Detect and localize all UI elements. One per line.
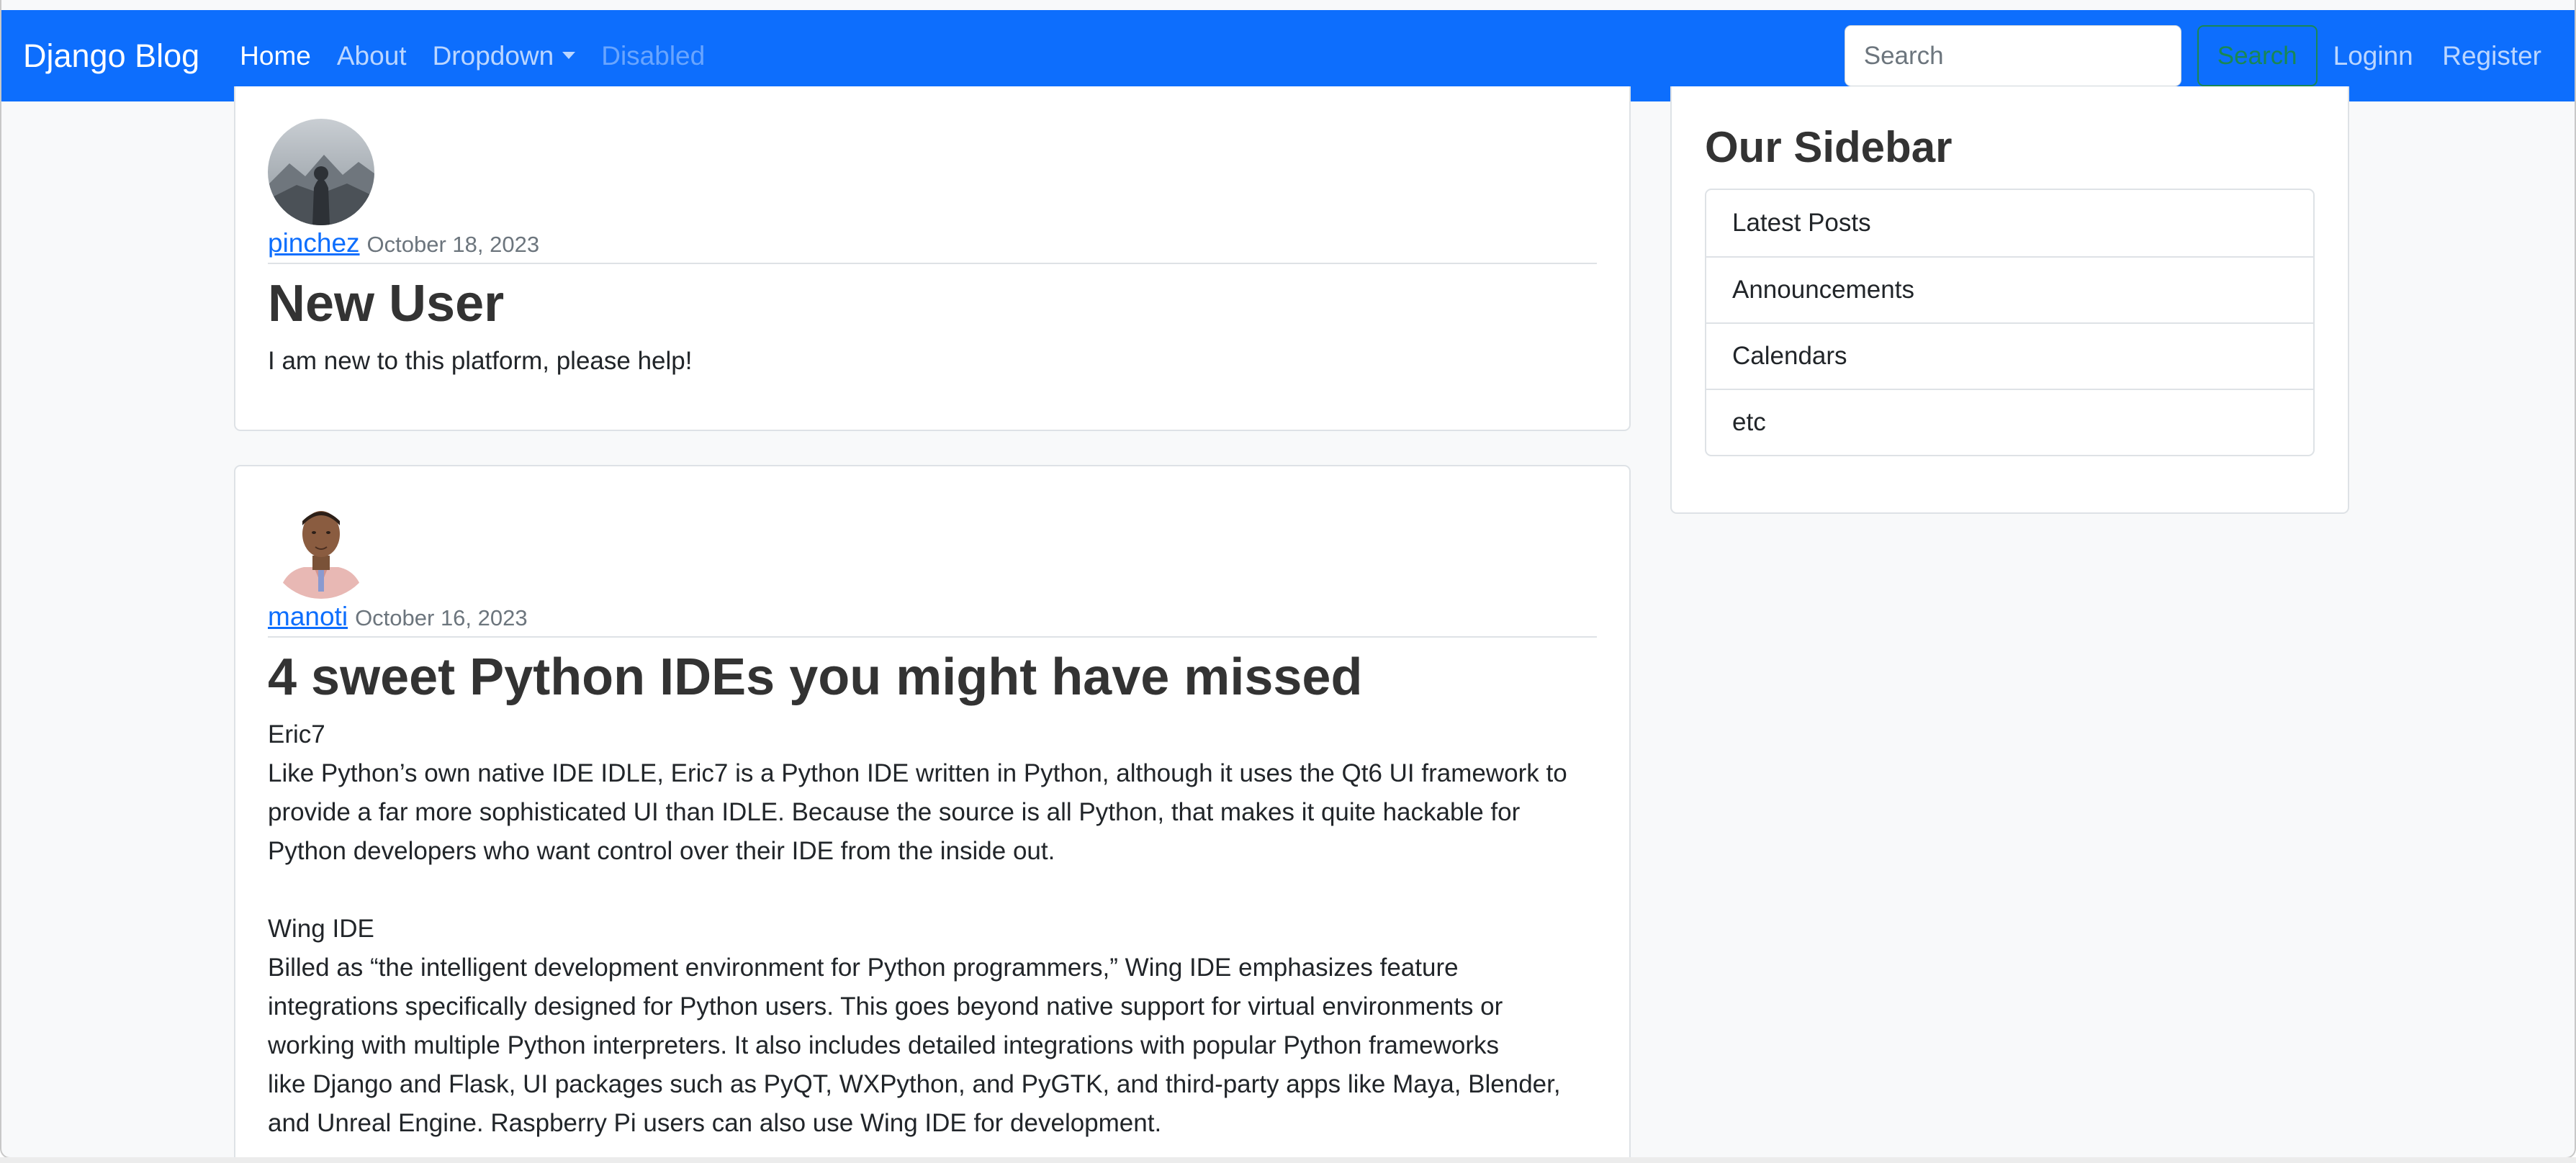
nav-link-disabled: Disabled <box>601 40 706 71</box>
avatar-portrait-image <box>268 492 374 599</box>
chevron-down-icon <box>562 51 576 59</box>
sidebar-item-announcements[interactable]: Announcements <box>1706 256 2313 322</box>
search-input[interactable] <box>1844 25 2181 86</box>
post-title[interactable]: New User <box>268 273 1597 335</box>
nav-link-register[interactable]: Register <box>2442 41 2541 71</box>
sidebar-item-etc[interactable]: etc <box>1706 389 2313 455</box>
nav-dropdown-toggle[interactable]: Dropdown <box>433 41 576 71</box>
browser-page: Django Blog Home About Dropdown Disabled… <box>0 0 2576 1159</box>
avatar <box>268 119 374 225</box>
navbar-brand[interactable]: Django Blog <box>23 37 199 75</box>
post-author-link[interactable]: manoti <box>268 602 348 631</box>
sidebar: Our Sidebar Latest Posts Announcements C… <box>1670 86 2349 514</box>
nav-link-login[interactable]: Loginn <box>2333 41 2413 71</box>
post-title[interactable]: 4 sweet Python IDEs you might have misse… <box>268 646 1597 708</box>
nav-link-home[interactable]: Home <box>240 41 311 71</box>
post-content: I am new to this platform, please help! <box>268 347 693 376</box>
post-meta: pinchez October 18, 2023 <box>268 228 1597 264</box>
nav-right-links: Loginn Register <box>2333 41 2556 71</box>
window-bottom-edge <box>0 1157 2576 1163</box>
search-button[interactable]: Search <box>2197 25 2318 86</box>
nav-link-about[interactable]: About <box>337 41 407 71</box>
avatar-landscape-image <box>268 119 374 225</box>
nav-dropdown-label: Dropdown <box>432 40 554 71</box>
post-date: October 16, 2023 <box>355 605 528 630</box>
post-date: October 18, 2023 <box>366 232 540 257</box>
avatar <box>268 492 374 599</box>
sidebar-item-calendars[interactable]: Calendars <box>1706 322 2313 389</box>
sidebar-title: Our Sidebar <box>1705 123 1953 171</box>
post-author-link[interactable]: pinchez <box>268 228 360 258</box>
post-meta: manoti October 16, 2023 <box>268 602 1597 638</box>
sidebar-item-latest-posts[interactable]: Latest Posts <box>1706 190 2313 256</box>
post-card: pinchez October 18, 2023 New User I am ne… <box>234 86 1631 431</box>
post-card: manoti October 16, 2023 4 sweet Python ID… <box>234 465 1631 1157</box>
sidebar-list: Latest Posts Announcements Calendars etc <box>1705 189 2315 456</box>
post-content: Eric7 Like Python’s own native IDE IDLE,… <box>268 720 1567 1138</box>
